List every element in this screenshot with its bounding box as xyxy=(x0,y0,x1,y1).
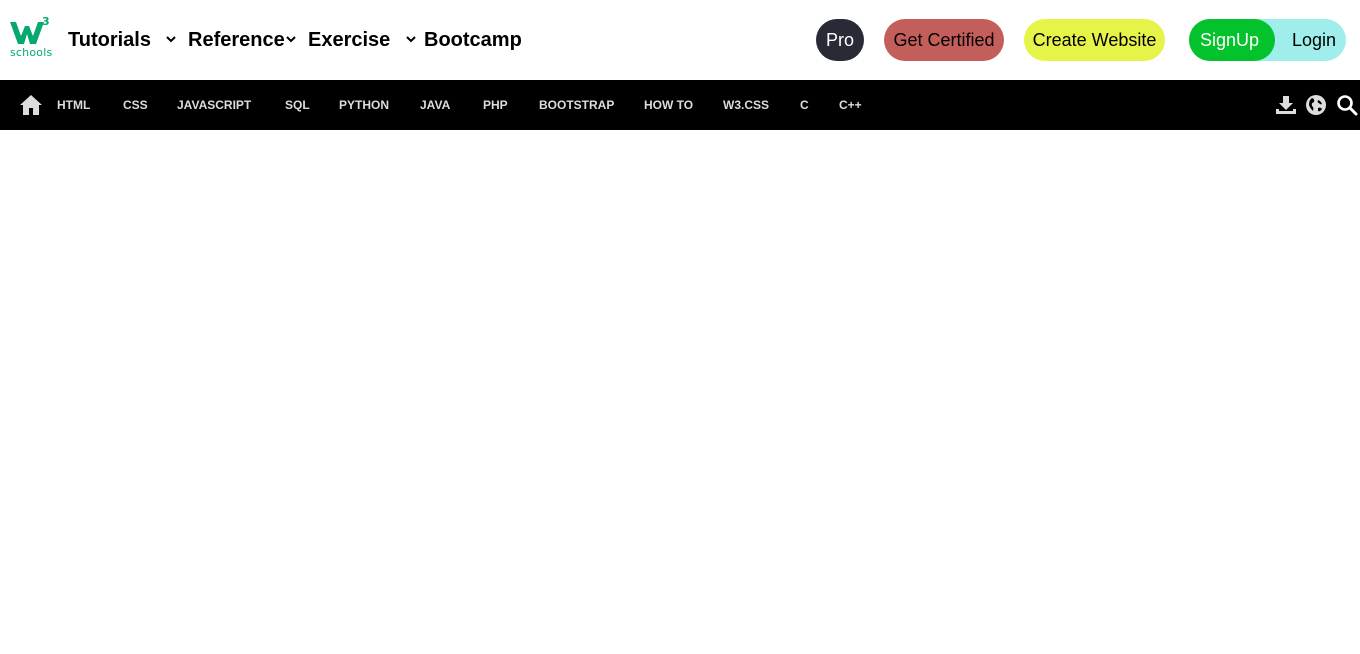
signup-button[interactable]: SignUp xyxy=(1189,19,1275,61)
menu-exercise[interactable]: Exercise xyxy=(308,28,390,52)
search-icon[interactable] xyxy=(1336,94,1358,116)
menu-tutorials[interactable]: Tutorials xyxy=(68,28,151,52)
nav-link-html[interactable]: HTML xyxy=(57,97,90,113)
logo-wordmark: schools xyxy=(10,46,53,59)
home-icon[interactable] xyxy=(19,93,43,117)
nav-link-bootstrap[interactable]: BOOTSTRAP xyxy=(539,97,614,113)
nav-link-css[interactable]: CSS xyxy=(123,97,148,113)
auth-button-group: SignUp Login xyxy=(1189,19,1346,61)
menu-reference[interactable]: Reference xyxy=(188,28,285,52)
nav-link-php[interactable]: PHP xyxy=(483,97,508,113)
pro-button[interactable]: Pro xyxy=(816,19,864,61)
w3-logo-mark-icon: 3 xyxy=(10,16,50,44)
globe-icon[interactable] xyxy=(1305,94,1327,116)
nav-link-cpp[interactable]: C++ xyxy=(839,97,862,113)
nav-link-sql[interactable]: SQL xyxy=(285,97,310,113)
chevron-down-icon[interactable] xyxy=(285,33,297,45)
nav-link-python[interactable]: PYTHON xyxy=(339,97,389,113)
get-certified-button[interactable]: Get Certified xyxy=(884,19,1004,61)
login-button[interactable]: Login xyxy=(1292,19,1336,61)
download-icon[interactable] xyxy=(1275,94,1297,116)
nav-link-c[interactable]: C xyxy=(800,97,809,113)
nav-link-java[interactable]: JAVA xyxy=(420,97,450,113)
chevron-down-icon[interactable] xyxy=(165,33,177,45)
nav-link-w3css[interactable]: W3.CSS xyxy=(723,97,769,113)
top-header: 3 schools Tutorials Reference Exercise B… xyxy=(0,0,1360,80)
nav-link-how-to[interactable]: HOW TO xyxy=(644,97,693,113)
menu-bootcamp[interactable]: Bootcamp xyxy=(424,28,522,52)
logo-superscript: 3 xyxy=(42,16,50,28)
create-website-button[interactable]: Create Website xyxy=(1024,19,1165,61)
chevron-down-icon[interactable] xyxy=(405,33,417,45)
nav-link-javascript[interactable]: JAVASCRIPT xyxy=(177,97,251,113)
topic-navbar: HTML CSS JAVASCRIPT SQL PYTHON JAVA PHP … xyxy=(0,80,1360,130)
